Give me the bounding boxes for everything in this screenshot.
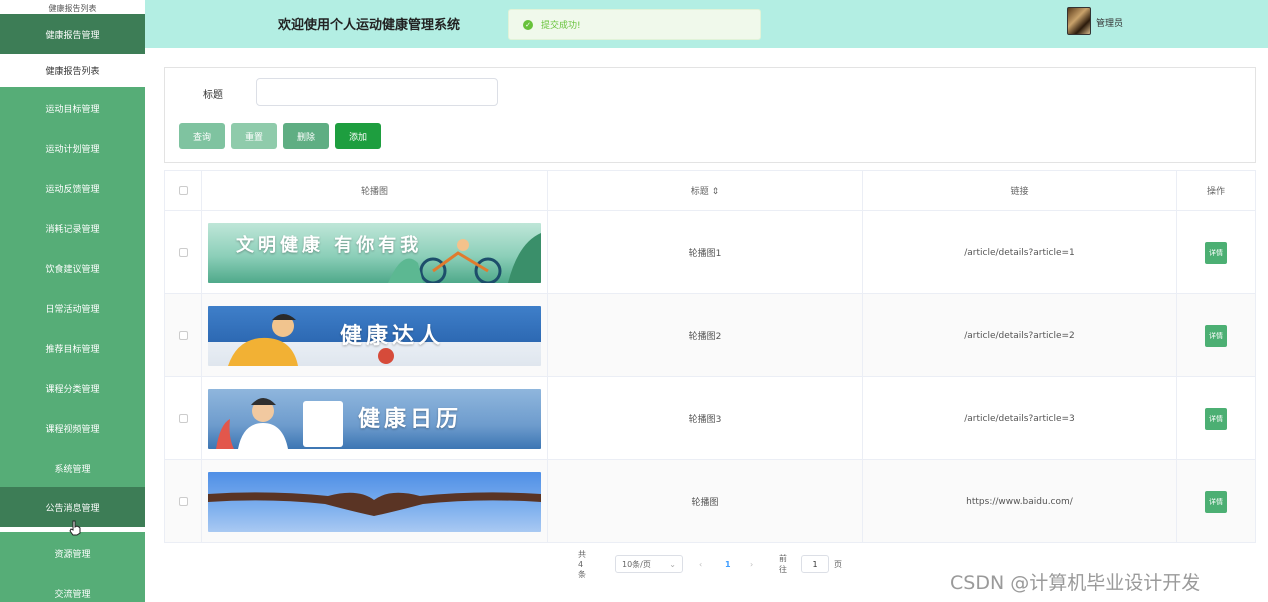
column-header-image: 轮播图 <box>202 171 548 211</box>
sidebar-item-system[interactable]: 系统管理 <box>0 448 145 488</box>
detail-button[interactable]: 详情 <box>1205 324 1227 347</box>
jump-page-input[interactable]: 1 <box>801 555 829 573</box>
query-button[interactable]: 查询 <box>179 123 225 149</box>
banner-image <box>208 471 541 532</box>
pagination-total: 共 4 条 <box>578 549 586 579</box>
sidebar-item-consumption[interactable]: 消耗记录管理 <box>0 208 145 248</box>
cell-link: https://www.baidu.com/ <box>863 460 1177 543</box>
jump-label: 前往 <box>779 554 787 574</box>
table-row: 文明健康 有你有我 轮播图1 /article/details?article=… <box>165 211 1255 294</box>
sidebar-item-resource[interactable]: 资源管理 <box>0 533 145 573</box>
row-checkbox[interactable] <box>178 497 188 506</box>
table-row: 轮播图 https://www.baidu.com/ 详情 <box>165 460 1255 543</box>
cell-title: 轮播图3 <box>548 377 863 460</box>
jump-unit: 页 <box>834 559 842 569</box>
banner-image: 健康达人 <box>208 305 541 366</box>
row-checkbox[interactable] <box>178 248 188 257</box>
sidebar-item-health-report-list[interactable]: 健康报告列表 <box>0 54 145 87</box>
sidebar-item-exercise-plan[interactable]: 运动计划管理 <box>0 128 145 168</box>
page-number-1[interactable]: 1 <box>725 555 731 573</box>
app-root: 健康报告列表 健康报告管理 健康报告列表 运动目标管理 运动计划管理 运动反馈管… <box>0 0 1268 602</box>
checkbox[interactable] <box>178 186 188 195</box>
table-row: 健康达人 轮播图2 /article/details?article=2 详情 <box>165 294 1255 377</box>
add-button[interactable]: 添加 <box>335 123 381 149</box>
detail-button[interactable]: 详情 <box>1205 407 1227 430</box>
sidebar-item-communication[interactable]: 交流管理 <box>0 573 145 602</box>
top-header: 欢迎使用个人运动健康管理系统 ✓ 提交成功! 管理员 <box>145 0 1268 48</box>
data-table: 轮播图 标题 ⇕ 链接 操作 文明健康 有你有我 轮播图1 /article/d… <box>164 170 1256 543</box>
header-select-all[interactable] <box>165 171 202 211</box>
cell-link: /article/details?article=3 <box>863 377 1177 460</box>
cell-title: 轮播图 <box>548 460 863 543</box>
sidebar-item-course-category[interactable]: 课程分类管理 <box>0 368 145 408</box>
search-panel: 标题 查询 重置 删除 添加 <box>164 67 1256 163</box>
toast-message: 提交成功! <box>541 21 581 31</box>
avatar[interactable] <box>1067 7 1091 35</box>
sidebar-item-recommend-goal[interactable]: 推荐目标管理 <box>0 328 145 368</box>
delete-button[interactable]: 删除 <box>283 123 329 149</box>
heart-hands-illustration <box>208 491 541 516</box>
chevron-down-icon: ⌄ <box>669 559 676 569</box>
watermark: CSDN @计算机毕业设计开发 <box>950 572 1201 594</box>
hand-cursor-icon <box>69 520 81 536</box>
next-page-button[interactable]: › <box>750 555 753 573</box>
detail-button[interactable]: 详情 <box>1205 490 1227 513</box>
sidebar-item-health-report[interactable]: 健康报告管理 <box>0 14 145 54</box>
column-header-action: 操作 <box>1177 171 1255 211</box>
user-name[interactable]: 管理员 <box>1096 16 1123 29</box>
title-filter-label: 标题 <box>203 90 223 101</box>
detail-button[interactable]: 详情 <box>1205 241 1227 264</box>
check-circle-icon: ✓ <box>523 19 533 30</box>
sidebar-item-diet[interactable]: 饮食建议管理 <box>0 248 145 288</box>
cell-title: 轮播图2 <box>548 294 863 377</box>
sidebar-item-partial[interactable]: 健康报告列表 <box>0 0 145 14</box>
cell-link: /article/details?article=1 <box>863 211 1177 294</box>
page-title: 欢迎使用个人运动健康管理系统 <box>278 18 461 33</box>
cell-link: /article/details?article=2 <box>863 294 1177 377</box>
column-header-link: 链接 <box>863 171 1177 211</box>
column-header-title[interactable]: 标题 ⇕ <box>548 171 863 211</box>
row-checkbox[interactable] <box>178 414 188 423</box>
title-search-input[interactable] <box>256 78 498 106</box>
page-size-select[interactable]: 10条/页 ⌄ <box>615 555 683 573</box>
row-checkbox[interactable] <box>178 331 188 340</box>
sidebar-item-daily-activity[interactable]: 日常活动管理 <box>0 288 145 328</box>
sidebar-item-exercise-goal[interactable]: 运动目标管理 <box>0 88 145 128</box>
cell-title: 轮播图1 <box>548 211 863 294</box>
sidebar-item-course-video[interactable]: 课程视频管理 <box>0 408 145 448</box>
prev-page-button[interactable]: ‹ <box>699 555 702 573</box>
sidebar: 健康报告列表 健康报告管理 健康报告列表 运动目标管理 运动计划管理 运动反馈管… <box>0 0 145 602</box>
table-row: 健康日历 轮播图3 /article/details?article=3 详情 <box>165 377 1255 460</box>
success-toast: ✓ 提交成功! <box>508 9 761 40</box>
reset-button[interactable]: 重置 <box>231 123 277 149</box>
sidebar-item-exercise-feedback[interactable]: 运动反馈管理 <box>0 168 145 208</box>
banner-image: 文明健康 有你有我 <box>208 222 541 283</box>
banner-image: 健康日历 <box>208 388 541 449</box>
